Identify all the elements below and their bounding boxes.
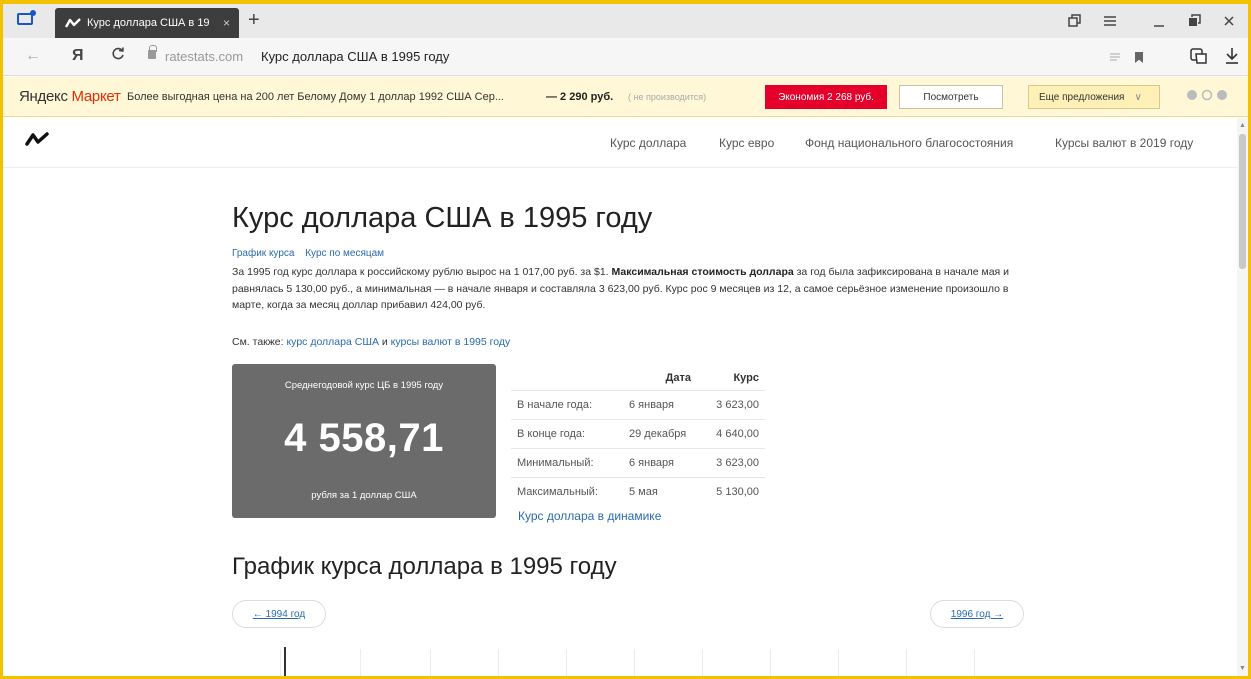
address-bar: ← Я ratestats.com Курс доллара США в 199…: [3, 38, 1248, 76]
close-icon[interactable]: ×: [223, 16, 230, 30]
chart-section-title: График курса доллара в 1995 году: [232, 553, 617, 580]
chart-gridline: [430, 649, 431, 677]
chart-gridline: [838, 649, 839, 677]
url-field[interactable]: ratestats.com Курс доллара США в 1995 го…: [143, 44, 1163, 70]
table-row: В конце года: 29 декабря 4 640,00: [511, 418, 765, 448]
chart-area: [220, 645, 1040, 677]
market-view-button[interactable]: Посмотреть: [899, 85, 1003, 109]
plus-icon[interactable]: +: [248, 9, 260, 32]
extension-icon[interactable]: [1190, 48, 1208, 69]
nav-link-euro[interactable]: Курс евро: [719, 136, 774, 150]
window-close-icon[interactable]: [1223, 14, 1235, 31]
chart-gridline: [906, 649, 907, 677]
yandex-icon[interactable]: Я: [72, 47, 84, 65]
link-chart[interactable]: График курса: [232, 248, 294, 259]
download-icon[interactable]: [1225, 47, 1239, 70]
description: За 1995 год курс доллара к российскому р…: [232, 266, 1010, 311]
chart-gridline: [280, 649, 281, 677]
page-title: Курс доллара США в 1995 году: [232, 202, 653, 234]
reader-icon[interactable]: [1109, 53, 1121, 66]
url-page-title: Курс доллара США в 1995 году: [261, 49, 450, 64]
nav-link-dollar[interactable]: Курс доллара: [610, 136, 686, 150]
table-row: Максимальный: 5 мая 5 130,00: [511, 476, 765, 506]
next-year-button[interactable]: 1996 год →: [930, 600, 1024, 628]
link-usd-rate[interactable]: курс доллара США: [286, 336, 379, 348]
reload-icon[interactable]: [111, 47, 125, 66]
favicon-icon: [65, 18, 81, 28]
market-savings-badge[interactable]: Экономия 2 268 руб.: [765, 85, 887, 109]
market-offer-price: — 2 290 руб.: [546, 91, 614, 103]
browser-tab[interactable]: Курс доллара США в 19 ×: [55, 8, 239, 38]
table-header-row: Дата Курс: [511, 366, 765, 390]
minimize-icon[interactable]: [1153, 14, 1165, 31]
average-rate-unit: рубля за 1 доллар США: [311, 490, 417, 501]
chart-gridline: [360, 649, 361, 677]
chart-gridline: [702, 649, 703, 677]
rate-stats-table: Дата Курс В начале года: 6 января 3 623,…: [511, 366, 765, 506]
window-restore-icon[interactable]: [1068, 14, 1082, 31]
see-also: См. также: курс доллара США и курсы валю…: [232, 336, 511, 348]
site-header: Курс доллара Курс евро Фонд национальног…: [3, 118, 1237, 168]
chart-gridline: [770, 649, 771, 677]
market-bar-controls[interactable]: [1186, 89, 1230, 104]
chart-gridline: [498, 649, 499, 677]
prev-year-button[interactable]: ← 1994 год: [232, 600, 326, 628]
market-more-offers-button[interactable]: Еще предложения ∨: [1028, 85, 1160, 109]
scroll-down-icon[interactable]: ▼: [1239, 665, 1246, 672]
tab-bar: Курс доллара США в 19 × +: [3, 4, 1248, 38]
link-rate-dynamics[interactable]: Курс доллара в динамике: [518, 509, 661, 523]
column-header-rate: Курс: [733, 371, 759, 384]
market-bar: Яндекс Маркет Более выгодная цена на 200…: [3, 77, 1248, 117]
table-row: В начале года: 6 января 3 623,00: [511, 389, 765, 419]
chart-gridline: [634, 649, 635, 677]
maximize-icon[interactable]: [1188, 14, 1202, 31]
site-logo-icon[interactable]: [25, 132, 49, 151]
chart-cursor: [284, 647, 286, 677]
yandex-market-logo[interactable]: Яндекс Маркет: [19, 88, 121, 105]
scroll-up-icon[interactable]: ▲: [1239, 122, 1246, 129]
back-icon[interactable]: ←: [25, 47, 41, 65]
nav-link-nwf[interactable]: Фонд национального благосостояния: [805, 136, 1013, 150]
section-links: График курса Курс по месяцам: [232, 248, 392, 259]
chevron-down-icon: ∨: [1134, 91, 1142, 103]
table-row: Минимальный: 6 января 3 623,00: [511, 447, 765, 477]
lock-icon: [148, 45, 157, 59]
average-rate-card: Среднегодовой курс ЦБ в 1995 году 4 558,…: [232, 364, 496, 518]
chart-gridline: [974, 649, 975, 677]
link-rates-1995[interactable]: курсы валют в 1995 году: [391, 336, 511, 348]
nav-link-rates-2019[interactable]: Курсы валют в 2019 году: [1055, 136, 1193, 150]
link-by-month[interactable]: Курс по месяцам: [305, 248, 384, 259]
scrollbar[interactable]: ▲ ▼: [1237, 118, 1248, 676]
market-offer-note: ( не производится): [628, 92, 707, 102]
average-rate-value: 4 558,71: [284, 416, 444, 460]
tab-manager-icon[interactable]: [17, 10, 36, 25]
average-rate-caption: Среднегодовой курс ЦБ в 1995 году: [284, 380, 444, 391]
chart-gridline: [566, 649, 567, 677]
column-header-date: Дата: [665, 371, 691, 384]
market-offer-text[interactable]: Более выгодная цена на 200 лет Белому До…: [127, 91, 504, 103]
menu-icon[interactable]: [1103, 14, 1117, 30]
url-domain: ratestats.com: [165, 49, 244, 64]
tab-title: Курс доллара США в 19: [87, 17, 210, 29]
scrollbar-thumb[interactable]: [1239, 134, 1246, 269]
